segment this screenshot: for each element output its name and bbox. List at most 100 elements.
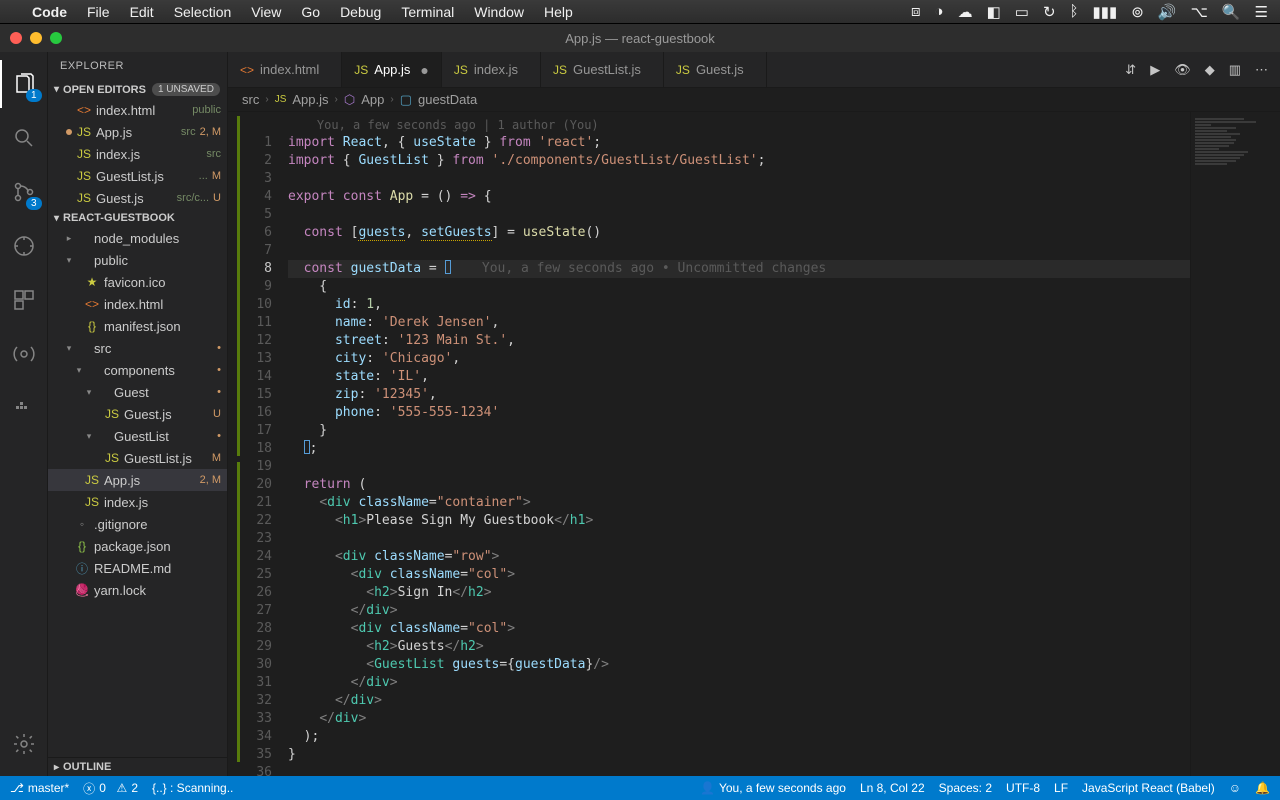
menu-go[interactable]: Go	[301, 4, 320, 20]
editor-tab[interactable]: <>index.html	[228, 52, 342, 87]
tree-item[interactable]: ▾GuestList•	[48, 425, 227, 447]
menu-window[interactable]: Window	[474, 4, 524, 20]
menu-file[interactable]: File	[87, 4, 110, 20]
status-blame[interactable]: 👤 You, a few seconds ago	[700, 781, 846, 795]
status-scan[interactable]: {..} : Scanning..	[152, 781, 233, 795]
editor-tab[interactable]: JSApp.js●	[342, 52, 442, 87]
tree-item[interactable]: ▾src•	[48, 337, 227, 359]
file-icon: <>	[84, 297, 100, 311]
minimize-window-icon[interactable]	[30, 32, 42, 44]
bluetooth-icon[interactable]: ᛒ	[1070, 3, 1079, 20]
preview-icon[interactable]: 👁	[1174, 62, 1191, 78]
activity-explorer-icon[interactable]: 1	[0, 60, 48, 108]
file-name: Guest	[114, 385, 213, 400]
run-icon[interactable]: ▶	[1150, 62, 1160, 78]
breadcrumb-item[interactable]: guestData	[418, 92, 477, 107]
cloud-icon[interactable]: ☁	[958, 3, 973, 21]
zoom-window-icon[interactable]	[50, 32, 62, 44]
tree-item[interactable]: JSGuest.jsU	[48, 403, 227, 425]
tree-item[interactable]: 🧶yarn.lock	[48, 579, 227, 601]
menu-help[interactable]: Help	[544, 4, 573, 20]
camera-icon[interactable]: ◧	[987, 3, 1001, 21]
breadcrumb-item[interactable]: App.js	[292, 92, 328, 107]
app-indicator-icon[interactable]: ◑	[935, 3, 944, 20]
editor-tab[interactable]: JSindex.js	[442, 52, 541, 87]
open-editor-item[interactable]: JSGuest.jssrc/c...U	[48, 187, 227, 209]
twistie-icon: ▾	[64, 255, 74, 266]
open-editor-item[interactable]: <>index.htmlpublic	[48, 99, 227, 121]
code-editor[interactable]: 1234567891011121314151617181920212223242…	[228, 112, 1280, 776]
git-icon[interactable]: ◆	[1205, 62, 1215, 78]
activity-extensions-icon[interactable]	[0, 276, 48, 324]
more-actions-icon[interactable]: ⋯	[1255, 62, 1268, 78]
screen-icon[interactable]: ▭	[1015, 3, 1029, 21]
wifi-icon[interactable]: ⊚	[1131, 3, 1144, 21]
activity-settings-icon[interactable]	[0, 720, 48, 768]
status-feedback-icon[interactable]: ☺	[1229, 781, 1241, 795]
menu-edit[interactable]: Edit	[130, 4, 154, 20]
tree-item[interactable]: ▾Guest•	[48, 381, 227, 403]
activity-scm-icon[interactable]: 3	[0, 168, 48, 216]
project-section[interactable]: ▾ REACT-GUESTBOOK	[48, 209, 227, 227]
tree-item[interactable]: JSindex.js	[48, 491, 227, 513]
control-icon[interactable]: ⌥	[1191, 3, 1208, 21]
menu-icon[interactable]: ☰	[1255, 3, 1268, 21]
editor-tab[interactable]: JSGuestList.js	[541, 52, 664, 87]
status-problems[interactable]: ⓧ 0 ⚠ 2	[83, 780, 138, 797]
battery-icon[interactable]: ▮▮▮	[1093, 3, 1118, 21]
open-editors-section[interactable]: ▾ OPEN EDITORS 1 UNSAVED	[48, 80, 227, 99]
tab-label: Guest.js	[696, 62, 744, 77]
code-content[interactable]: You, a few seconds ago | 1 author (You)i…	[282, 112, 1190, 776]
tree-item[interactable]: ▾components•	[48, 359, 227, 381]
file-icon: {}	[74, 539, 90, 553]
open-editor-item[interactable]: JSApp.jssrc2, M	[48, 121, 227, 143]
tree-item[interactable]: ◦.gitignore	[48, 513, 227, 535]
dropbox-icon[interactable]: ⧈	[911, 3, 921, 20]
status-position[interactable]: Ln 8, Col 22	[860, 781, 925, 795]
tree-item[interactable]: ⓘREADME.md	[48, 557, 227, 579]
spotlight-icon[interactable]: 🔍	[1222, 3, 1241, 21]
menu-terminal[interactable]: Terminal	[401, 4, 454, 20]
project-label: REACT-GUESTBOOK	[63, 212, 175, 224]
tree-item[interactable]: JSGuestList.jsM	[48, 447, 227, 469]
file-name: src	[94, 341, 213, 356]
outline-section[interactable]: ▸ OUTLINE	[48, 757, 227, 776]
status-language[interactable]: JavaScript React (Babel)	[1082, 781, 1215, 795]
open-editor-item[interactable]: JSindex.jssrc	[48, 143, 227, 165]
status-spaces[interactable]: Spaces: 2	[939, 781, 992, 795]
tree-item[interactable]: {}package.json	[48, 535, 227, 557]
breadcrumb-item[interactable]: App	[361, 92, 384, 107]
tree-item[interactable]: <>index.html	[48, 293, 227, 315]
tree-item[interactable]: ▸node_modules	[48, 227, 227, 249]
activity-debug-icon[interactable]	[0, 222, 48, 270]
open-editor-item[interactable]: JSGuestList.js...M	[48, 165, 227, 187]
tree-item[interactable]: JSApp.js2, M	[48, 469, 227, 491]
menu-view[interactable]: View	[251, 4, 281, 20]
activity-live-icon[interactable]	[0, 330, 48, 378]
tree-item[interactable]: ▾public	[48, 249, 227, 271]
tree-item[interactable]: {}manifest.json	[48, 315, 227, 337]
status-encoding[interactable]: UTF-8	[1006, 781, 1040, 795]
dirty-dot-icon[interactable]: ●	[420, 62, 428, 78]
close-window-icon[interactable]	[10, 32, 22, 44]
window-title: App.js — react-guestbook	[565, 31, 715, 46]
volume-icon[interactable]: 🔊	[1158, 3, 1177, 21]
menu-selection[interactable]: Selection	[174, 4, 232, 20]
twistie-icon: ▾	[64, 343, 74, 354]
tree-item[interactable]: ★favicon.ico	[48, 271, 227, 293]
compare-icon[interactable]: ⇵	[1125, 62, 1136, 78]
breadcrumbs[interactable]: src › JS App.js › ⬡ App › ▢ guestData	[228, 88, 1280, 112]
app-name[interactable]: Code	[32, 4, 67, 20]
status-eol[interactable]: LF	[1054, 781, 1068, 795]
file-name: README.md	[94, 561, 221, 576]
editor-tab[interactable]: JSGuest.js	[664, 52, 767, 87]
split-editor-icon[interactable]: ▥	[1229, 62, 1241, 78]
breadcrumb-item[interactable]: src	[242, 92, 259, 107]
activity-search-icon[interactable]	[0, 114, 48, 162]
timemachine-icon[interactable]: ↻	[1043, 3, 1056, 21]
status-branch[interactable]: ⎇ master*	[10, 781, 69, 795]
menu-debug[interactable]: Debug	[340, 4, 381, 20]
activity-docker-icon[interactable]	[0, 384, 48, 432]
status-bell-icon[interactable]: 🔔	[1255, 781, 1270, 795]
minimap[interactable]	[1190, 112, 1280, 776]
